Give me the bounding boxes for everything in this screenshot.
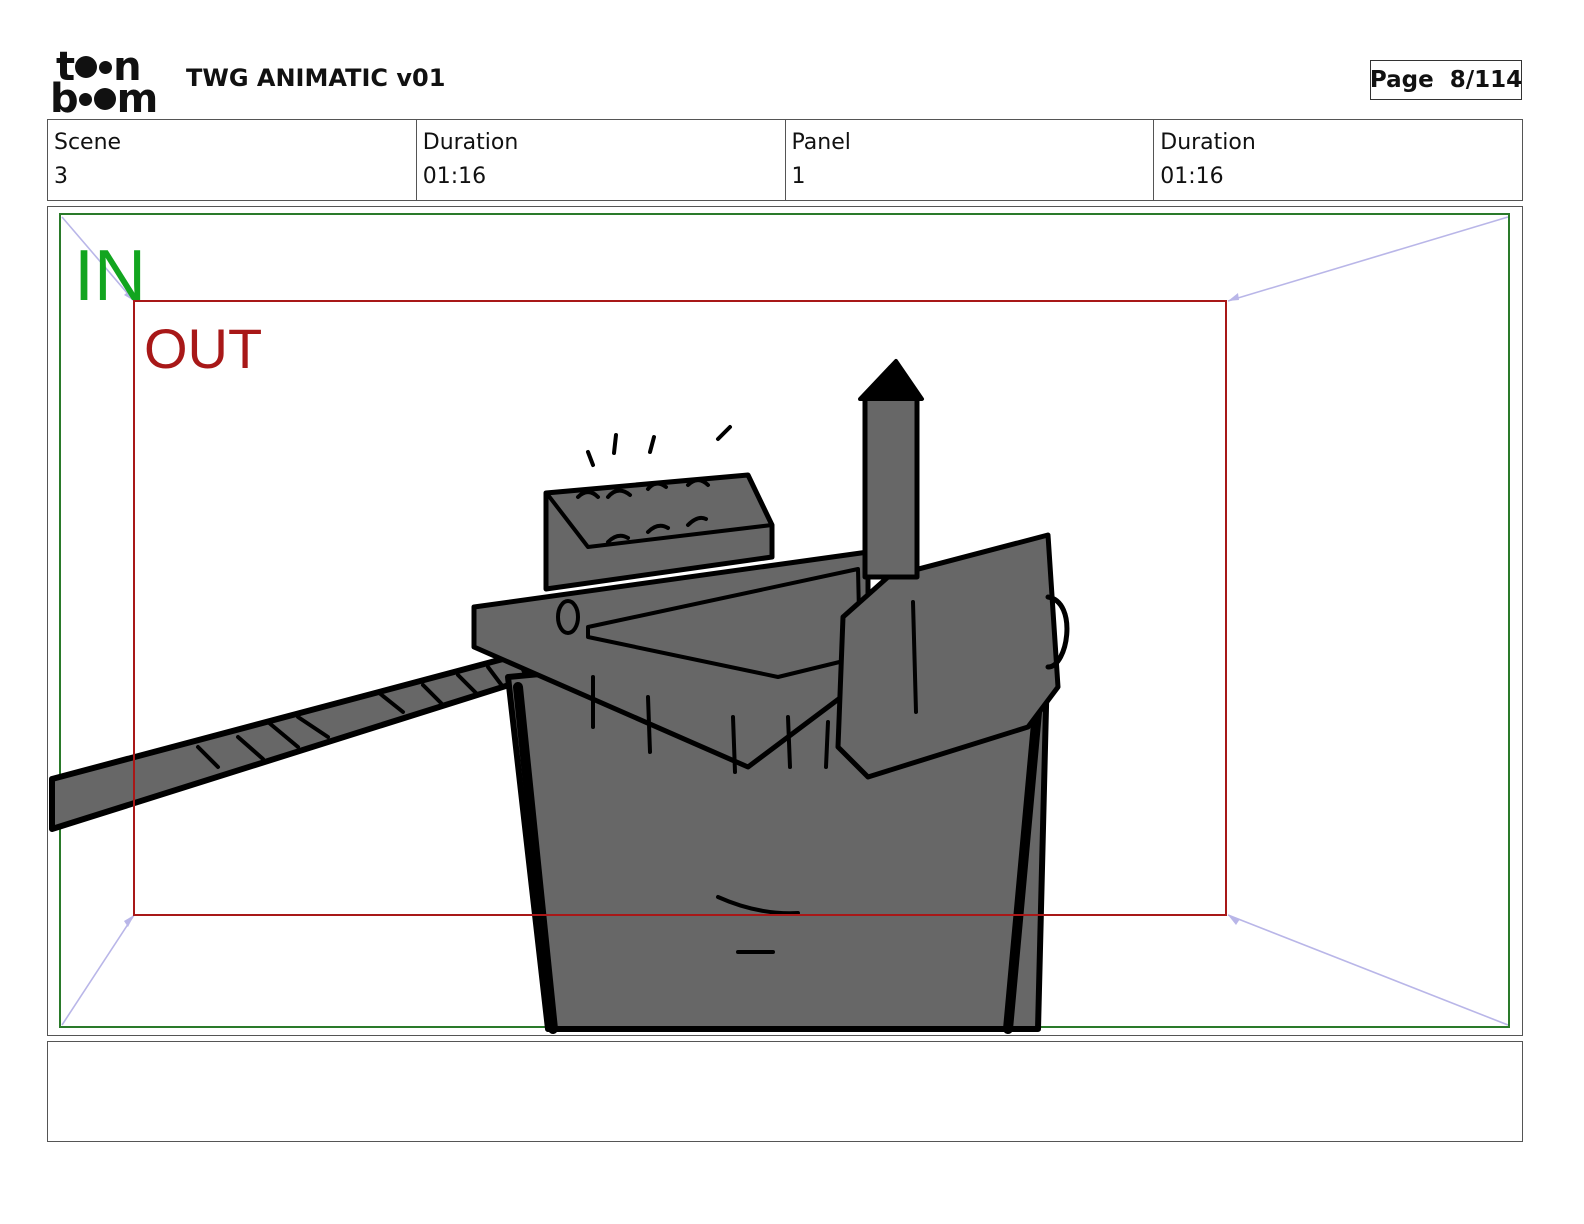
scene-duration-label: Duration [422,130,519,155]
panel-cell: Panel 1 [786,120,1155,200]
storyboard-panel [47,206,1523,1036]
panel-drawing [49,213,1510,1034]
scene-value: 3 [54,164,68,189]
scene-cell: Scene 3 [48,120,417,200]
scene-duration-value: 01:16 [422,164,487,189]
panel-duration-label: Duration [1160,130,1256,155]
page-value: 8/114 [1449,67,1523,93]
page-label: Page [1369,67,1434,93]
scene-info-table: Scene 3 Duration 01:16 Panel 1 Duration … [47,119,1523,201]
page-indicator: Page 8/114 [1370,60,1522,100]
panel-duration-cell: Duration 01:16 [1154,120,1522,200]
panel-duration-value: 01:16 [1160,164,1224,189]
out-frame-label: OUT [144,317,263,380]
toonboom-logo: tn bm [50,47,168,122]
panel-value: 1 [791,164,806,189]
document-title: TWG ANIMATIC v01 [186,64,446,92]
panel-label: Panel [791,130,851,155]
logo-bottom: bm [50,76,158,122]
panel-notes-box[interactable] [47,1041,1523,1142]
sketch-tower [49,359,1070,1034]
scene-duration-cell: Duration 01:16 [417,120,786,200]
logo-dot-icon [99,60,113,74]
logo-dot-icon [93,88,116,110]
in-frame-label: IN [74,236,146,316]
logo-dot-icon [75,56,98,78]
scene-label: Scene [54,130,122,155]
logo-dot-icon [78,92,92,106]
